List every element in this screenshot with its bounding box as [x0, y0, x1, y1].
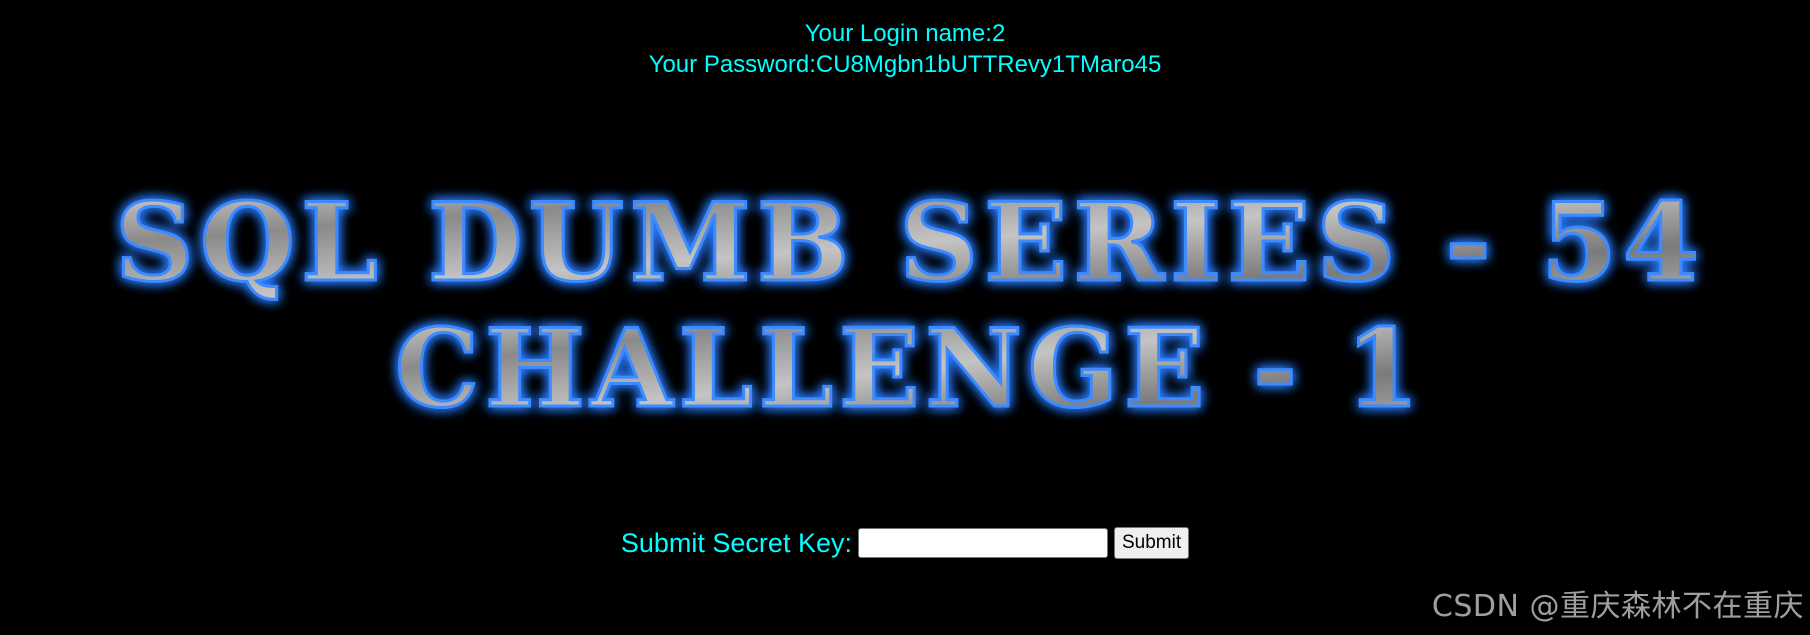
csdn-watermark: CSDN @重庆森林不在重庆	[1431, 589, 1804, 624]
banner-line-2: CHALLENGE - 1	[395, 306, 1425, 432]
banner-svg: SQL DUMB SERIES - 54 CHALLENGE - 1	[114, 179, 1705, 434]
password-line: Your Password:CU8Mgbn1bUTTRevy1TMaro45	[0, 49, 1810, 80]
secret-key-label: Submit Secret Key:	[620, 527, 852, 558]
login-name-line: Your Login name:2	[0, 18, 1810, 49]
banner-line-1: SQL DUMB SERIES - 54	[115, 180, 1705, 306]
login-name-value: 2	[991, 20, 1006, 47]
login-name-label: Your Login name:	[804, 20, 992, 47]
secret-key-input[interactable]	[857, 527, 1108, 558]
password-value: CU8Mgbn1bUTTRevy1TMaro45	[815, 51, 1162, 78]
secret-key-form: Submit Secret Key: Submit	[0, 523, 1810, 561]
submit-button[interactable]: Submit	[1113, 526, 1190, 559]
password-label: Your Password:	[648, 51, 816, 78]
challenge-banner-image: SQL DUMB SERIES - 54 CHALLENGE - 1	[100, 168, 1720, 434]
credentials-block: Your Login name:2 Your Password:CU8Mgbn1…	[0, 18, 1810, 80]
